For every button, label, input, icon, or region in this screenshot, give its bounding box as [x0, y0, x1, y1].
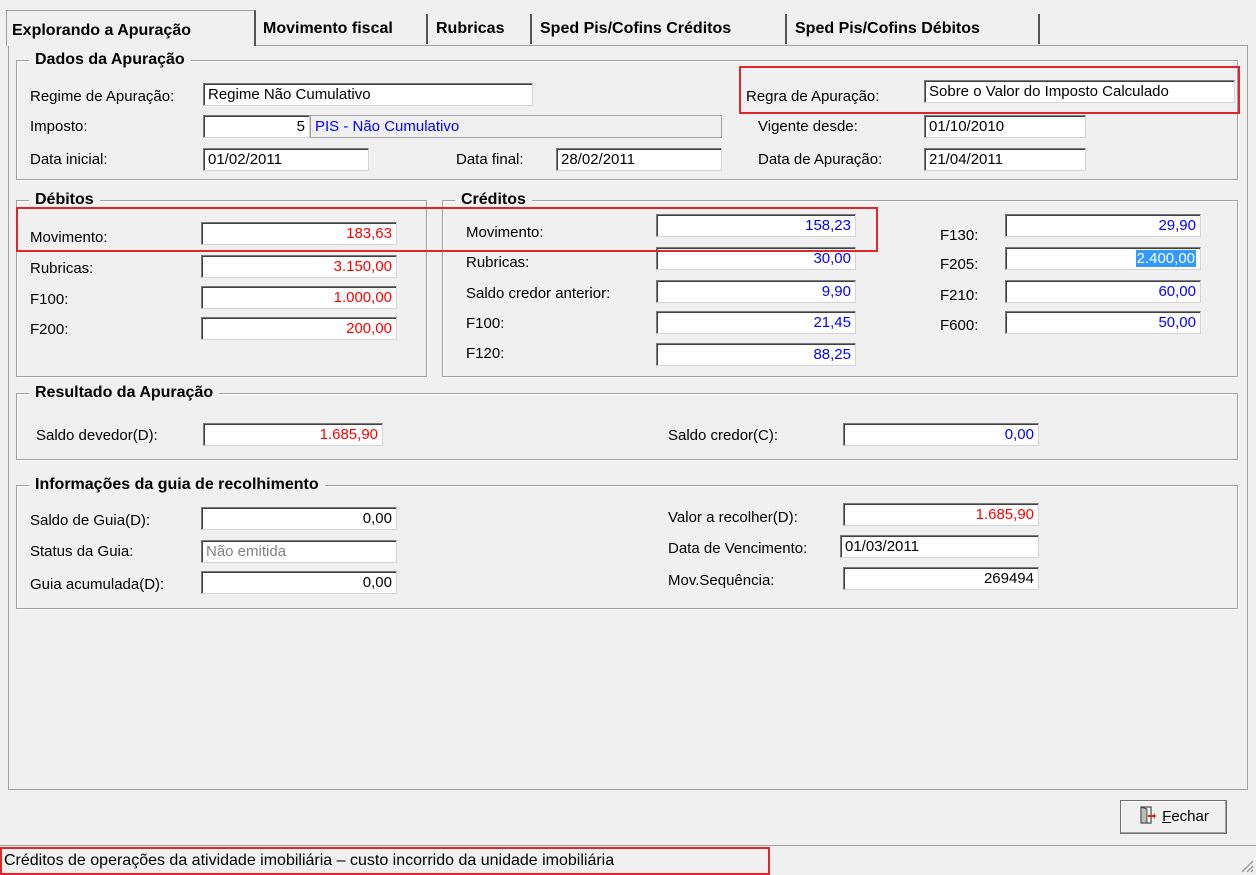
saldo-guia-label: Saldo de Guia(D):: [30, 512, 151, 529]
valor-recolher-label: Valor a recolher(D):: [668, 509, 798, 526]
group-resultado: Resultado da Apuração: [16, 383, 1238, 460]
tab-movimento-fiscal[interactable]: Movimento fiscal: [258, 14, 428, 44]
regra-label: Regra de Apuração:: [746, 88, 880, 105]
imposto-desc: PIS - Não Cumulativo: [310, 115, 722, 138]
regime-field[interactable]: Regime Não Cumulativo: [203, 83, 533, 106]
credito-f120-field[interactable]: 88,25: [656, 343, 856, 366]
credito-f210-field[interactable]: 60,00: [1005, 280, 1201, 303]
status-text: Créditos de operações da atividade imobi…: [4, 852, 615, 869]
credito-f600-label: F600:: [940, 317, 979, 334]
door-exit-icon: [1140, 806, 1157, 824]
saldo-credor-field[interactable]: 0,00: [843, 423, 1039, 446]
data-inicial-field[interactable]: 01/02/2011: [203, 148, 369, 171]
close-button[interactable]: Fechar: [1120, 800, 1227, 834]
status-bar: Créditos de operações da atividade imobi…: [0, 845, 1256, 875]
data-inicial-label: Data inicial:: [30, 151, 108, 168]
credito-f100-field[interactable]: 21,45: [656, 311, 856, 334]
tab-rubricas[interactable]: Rubricas: [431, 14, 532, 44]
credito-rubricas-label: Rubricas:: [466, 254, 530, 271]
data-apuracao-field[interactable]: 21/04/2011: [924, 148, 1086, 171]
tab-explorando-apuracao[interactable]: Explorando a Apuração: [6, 10, 256, 46]
credito-f130-label: F130:: [940, 227, 979, 244]
size-grip-icon[interactable]: [1238, 857, 1254, 873]
data-vencimento-field[interactable]: 01/03/2011: [840, 535, 1039, 558]
credito-f210-label: F210:: [940, 287, 979, 304]
imposto-label: Imposto:: [30, 118, 88, 135]
guia-acumulada-label: Guia acumulada(D):: [30, 576, 165, 593]
debito-rubricas-label: Rubricas:: [30, 260, 94, 277]
saldo-devedor-label: Saldo devedor(D):: [36, 427, 158, 444]
group-title: Resultado da Apuração: [29, 383, 220, 403]
data-vencimento-label: Data de Vencimento:: [668, 540, 808, 557]
guia-acumulada-field[interactable]: 0,00: [201, 571, 397, 594]
credito-rubricas-field[interactable]: 30,00: [656, 247, 856, 270]
saldo-devedor-field[interactable]: 1.685,90: [203, 423, 383, 446]
debito-rubricas-field[interactable]: 3.150,00: [201, 255, 397, 278]
regime-label: Regime de Apuração:: [30, 88, 175, 105]
status-guia-label: Status da Guia:: [30, 543, 134, 560]
debito-movimento-field[interactable]: 183,63: [201, 222, 397, 245]
imposto-code-field[interactable]: 5: [203, 115, 310, 138]
group-title: Débitos: [29, 190, 100, 210]
debito-f100-field[interactable]: 1.000,00: [201, 286, 397, 309]
debito-f200-label: F200:: [30, 321, 69, 338]
saldo-credor-label: Saldo credor(C):: [668, 427, 779, 444]
credito-f130-field[interactable]: 29,90: [1005, 214, 1201, 237]
credito-f205-label: F205:: [940, 256, 979, 273]
credito-movimento-label: Movimento:: [466, 224, 544, 241]
group-title: Dados da Apuração: [29, 50, 191, 70]
data-final-field[interactable]: 28/02/2011: [556, 148, 722, 171]
credito-f120-label: F120:: [466, 345, 505, 362]
regra-field[interactable]: Sobre o Valor do Imposto Calculado: [924, 80, 1235, 103]
credito-f205-value: 2.400,00: [1135, 250, 1196, 267]
debito-f200-field[interactable]: 200,00: [201, 317, 397, 340]
group-guia: Informações da guia de recolhimento: [16, 475, 1238, 609]
credito-f100-label: F100:: [466, 315, 505, 332]
mov-sequencia-label: Mov.Sequência:: [668, 572, 775, 589]
credito-f600-field[interactable]: 50,00: [1005, 311, 1201, 334]
valor-recolher-field[interactable]: 1.685,90: [843, 503, 1039, 526]
credito-movimento-field[interactable]: 158,23: [656, 214, 856, 237]
credito-f205-field[interactable]: 2.400,00: [1005, 247, 1201, 270]
status-guia-field[interactable]: Não emitida: [201, 540, 397, 563]
data-apuracao-label: Data de Apuração:: [758, 151, 883, 168]
tab-sped-creditos[interactable]: Sped Pis/Cofins Créditos: [535, 14, 787, 44]
credito-saldo-anterior-field[interactable]: 9,90: [656, 280, 856, 303]
close-accel: F: [1162, 808, 1172, 825]
debito-f100-label: F100:: [30, 291, 69, 308]
data-final-label: Data final:: [456, 151, 524, 168]
mov-sequencia-field[interactable]: 269494: [843, 567, 1039, 590]
close-label: echar: [1171, 808, 1209, 825]
group-title: Informações da guia de recolhimento: [29, 475, 325, 495]
group-title: Créditos: [455, 190, 532, 210]
tab-strip: Explorando a Apuração Movimento fiscal R…: [0, 0, 1256, 46]
saldo-guia-field[interactable]: 0,00: [201, 507, 397, 530]
tab-sped-debitos[interactable]: Sped Pis/Cofins Débitos: [790, 14, 1040, 44]
credito-saldo-anterior-label: Saldo credor anterior:: [466, 285, 611, 302]
vigente-field[interactable]: 01/10/2010: [924, 115, 1086, 138]
vigente-label: Vigente desde:: [758, 118, 858, 135]
debito-movimento-label: Movimento:: [30, 229, 108, 246]
